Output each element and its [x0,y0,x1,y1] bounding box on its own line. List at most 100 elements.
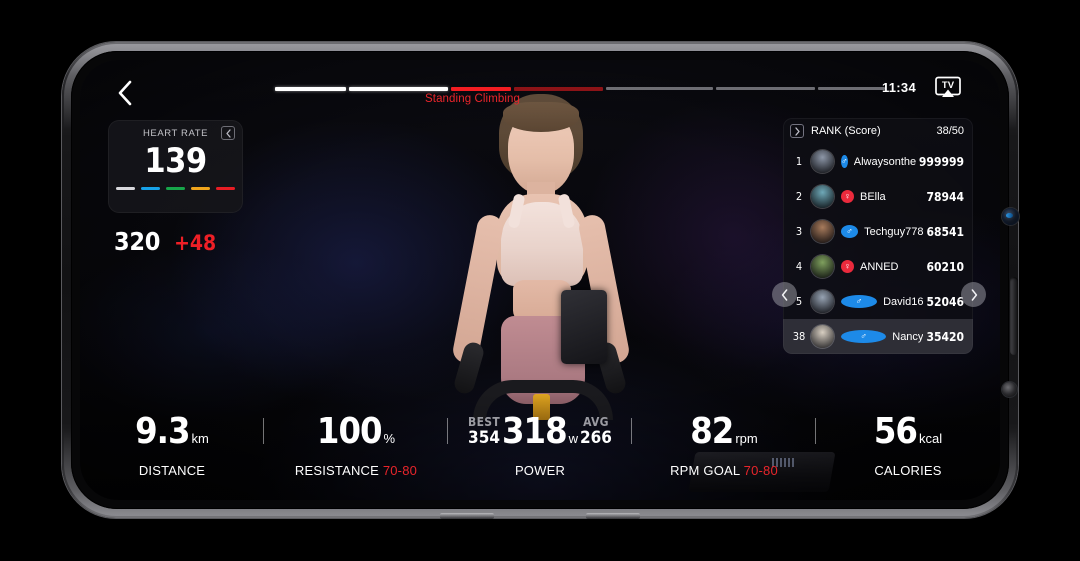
heart-rate-zone-1 [116,187,135,190]
rank-panel-header: RANK (Score) 38/50 [783,118,973,144]
metric-value: 100 [316,411,383,452]
rank-next-button[interactable] [961,282,986,307]
rank-position: 2 [795,190,803,203]
metric-unit: w [568,431,578,446]
metric-goal-range: 70-80 [379,463,418,478]
score-display: 320 +48 [114,227,216,256]
camera-lens-icon [1002,208,1019,225]
rank-row[interactable]: 3 ♂ Techguy778 68541 [783,214,973,249]
heart-rate-value: 139 [144,141,207,181]
avatar [811,220,834,243]
heart-rate-zone-2 [141,187,160,190]
progress-segment-standing-climbing-remaining [513,86,603,91]
rank-row[interactable]: 2 ♀ BElla 78944 [783,179,973,214]
metric-caption-text: RESISTANCE [294,463,380,478]
heart-rate-card[interactable]: HEART RATE 139 [108,120,243,213]
rank-position: 3 [795,225,803,238]
progress-segment-seated-flat [349,86,449,91]
tv-cast-icon[interactable]: TV [934,76,962,98]
rank-username: Nancy [892,330,924,343]
clock: 11:34 [881,80,916,95]
rank-username: ANNED [860,260,899,273]
score-value: 320 [114,227,161,256]
rank-username: Alwaysonthego [853,155,916,168]
metric-caption-text: POWER [514,463,566,478]
metric-resistance: 100% RESISTANCE 70-80 [264,410,448,486]
rank-score: 999999 [918,154,964,169]
metric-value-row: 56 kcal [816,410,1000,450]
rank-score: 60210 [926,259,964,274]
avatar [811,185,834,208]
metrics-bar: 9.3 km DISTANCE 100% RESISTANCE 70-80 BEST 354… [80,410,1000,486]
heart-rate-zone-5 [216,187,235,190]
progress-segment-upcoming-2 [715,87,815,90]
metric-value-row: 82 rpm [632,410,816,450]
metric-avg-value: 266 [580,428,612,448]
metric-unit: rpm [735,431,758,446]
rank-position: 4 [795,260,803,273]
metric-caption: DISTANCE [80,463,264,478]
rank-score: 52046 [926,294,964,309]
metric-value: 56 [873,411,918,452]
back-button[interactable] [108,76,142,110]
speaker-slot [1010,277,1018,355]
rank-prev-button[interactable] [772,282,797,307]
workout-progress-bar[interactable] [275,86,885,91]
male-icon: ♂ [841,225,859,238]
metric-caption-text: RPM GOAL [670,463,740,478]
metric-caption-text: CALORIES [874,463,942,478]
rank-score: 35420 [926,329,964,344]
metric-distance: 9.3 km DISTANCE [80,410,264,486]
female-icon: ♀ [841,260,854,273]
metric-caption: CALORIES [816,463,1000,478]
rank-score: 78944 [926,189,964,204]
device-side-buttons [440,510,640,519]
rank-position-count: 38/50 [936,125,964,137]
rank-row[interactable]: 1 ♂ Alwaysonthego999999 [783,144,973,179]
metric-unit: kcal [918,431,943,446]
metric-value: 9.3 [135,411,190,452]
metric-value-row: 100% [264,410,448,450]
progress-segment-upcoming-1 [605,87,713,90]
current-segment-label: Standing Climbing [425,93,521,105]
rank-row[interactable]: 4 ♀ ANNED 60210 [783,249,973,284]
metric-unit: km [191,431,209,446]
metric-value-row: 9.3 km [80,410,264,450]
rank-position: 1 [795,155,803,168]
metric-power: BEST 354 318 w AVG 266 POWER [448,410,632,486]
metric-calories: 56 kcal CALORIES [816,410,1000,486]
male-icon: ♂ [841,330,887,343]
rank-list: 1 ♂ Alwaysonthego999999 2 ♀ BElla 78944 3 ♂ Techg… [783,144,973,354]
male-icon: ♂ [841,155,848,168]
rank-panel[interactable]: RANK (Score) 38/50 1 ♂ Alwaysonthego999999… [783,118,973,354]
avatar [811,325,834,348]
progress-segment-warmup [275,86,347,91]
sensor-dot-icon [1002,382,1017,397]
metric-value: 318 [502,411,568,452]
metric-caption-text: DISTANCE [138,463,206,478]
rank-row[interactable]: 38 ♂ Nancy 35420 [783,319,973,354]
avatar [811,150,834,173]
heart-rate-zone-bars [108,187,243,190]
progress-segment-standing-climbing-active [451,86,511,91]
rank-row[interactable]: 5 ♂ David16 52046 [783,284,973,319]
metric-rpm: 82 rpm RPM GOAL 70-80 [632,410,816,486]
heart-rate-zone-4 [191,187,210,190]
metric-caption: RPM GOAL 70-80 [632,463,816,478]
metric-caption: RESISTANCE 70-80 [264,463,448,478]
score-delta: +48 [174,231,217,255]
heart-rate-zone-3 [166,187,185,190]
rank-expand-button[interactable] [790,124,804,138]
rank-username: Techguy778 [864,225,924,238]
metric-unit: % [383,431,396,446]
rank-position: 38 [792,330,806,343]
male-icon: ♂ [841,295,878,308]
rank-username: BElla [860,190,886,203]
heart-rate-collapse-button[interactable] [221,126,235,140]
metric-caption: POWER [448,463,632,478]
heart-rate-title: HEART RATE [142,127,209,139]
svg-text:TV: TV [942,80,955,91]
heart-rate-card-header: HEART RATE [108,120,243,146]
metric-best-value: 354 [468,428,500,448]
metric-value: 82 [690,411,734,452]
